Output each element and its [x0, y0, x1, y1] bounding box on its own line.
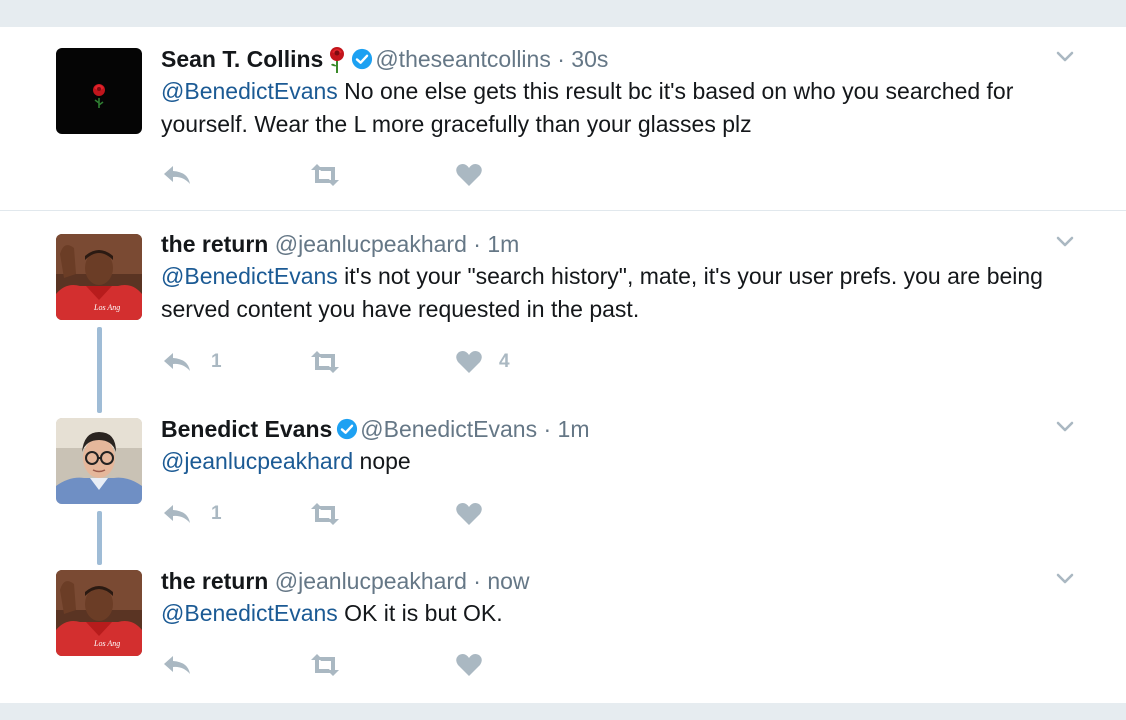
like-button[interactable]: [455, 650, 499, 680]
avatar[interactable]: Los Ang: [56, 234, 142, 320]
reply-count: 1: [211, 351, 222, 372]
handle[interactable]: @theseantcollins: [375, 46, 551, 72]
chevron-down-icon[interactable]: [1056, 236, 1074, 248]
reply-icon: [164, 353, 190, 371]
timestamp[interactable]: 1m: [558, 416, 590, 442]
mention-link[interactable]: @BenedictEvans: [161, 263, 338, 289]
tweet-body: OK it is but OK.: [337, 600, 503, 626]
separator: ·: [473, 231, 481, 257]
retweet-button[interactable]: [307, 160, 359, 190]
tweet-text: @jeanlucpeakhard nope: [161, 445, 1081, 478]
handle[interactable]: @jeanlucpeakhard: [275, 231, 467, 257]
timeline: Sean T. Collins @theseantcollins · 30s @B…: [0, 27, 1126, 703]
chevron-down-icon[interactable]: [1056, 573, 1074, 585]
avatar[interactable]: [56, 418, 142, 504]
handle[interactable]: @BenedictEvans: [360, 416, 537, 442]
separator: ·: [543, 416, 552, 442]
tweet[interactable]: Los Ang the return @jeanlucpeakhard · no…: [0, 549, 1126, 703]
verified-badge-icon: [352, 48, 373, 70]
mention-link[interactable]: @BenedictEvans: [161, 78, 338, 104]
avatar-image: [56, 48, 142, 134]
timestamp[interactable]: 30s: [571, 46, 608, 72]
heart-icon: [456, 164, 482, 186]
like-count: 4: [499, 351, 510, 372]
display-name[interactable]: Sean T. Collins: [161, 46, 323, 72]
avatar[interactable]: Los Ang: [56, 570, 142, 656]
tweet-text: @BenedictEvans No one else gets this res…: [161, 75, 1081, 141]
like-button[interactable]: 4: [455, 347, 510, 377]
tweet[interactable]: Sean T. Collins @theseantcollins · 30s @B…: [0, 27, 1126, 211]
reply-icon: [164, 656, 190, 674]
heart-icon: [456, 654, 482, 676]
display-name[interactable]: the return: [161, 231, 268, 257]
mention-link[interactable]: @BenedictEvans: [161, 600, 338, 626]
svg-text:Los Ang: Los Ang: [93, 303, 120, 312]
heart-icon: [456, 503, 482, 525]
heart-icon: [456, 351, 482, 373]
timestamp[interactable]: now: [487, 568, 529, 594]
tweet-header: Benedict Evans @BenedictEvans · 1m: [161, 414, 589, 444]
timestamp[interactable]: 1m: [487, 231, 519, 257]
reply-count: 1: [211, 503, 222, 524]
like-button[interactable]: [455, 160, 499, 190]
reply-icon: [164, 166, 190, 184]
separator: ·: [473, 568, 481, 594]
avatar-image: Los Ang: [56, 234, 142, 320]
tweet-actions: 1 4: [161, 347, 561, 377]
tweet-header: the return @jeanlucpeakhard · 1m: [161, 229, 519, 259]
rose-emoji-icon: [327, 44, 347, 74]
retweet-icon: [311, 654, 339, 676]
tweet[interactable]: Benedict Evans @BenedictEvans · 1m @jeanl…: [0, 397, 1126, 557]
reply-icon: [164, 505, 190, 523]
mention-link[interactable]: @jeanlucpeakhard: [161, 448, 353, 474]
avatar-image: Los Ang: [56, 570, 142, 656]
reply-button[interactable]: 1: [161, 499, 222, 529]
reply-button[interactable]: 1: [161, 347, 222, 377]
retweet-button[interactable]: [307, 347, 359, 377]
tweet-text: @BenedictEvans OK it is but OK.: [161, 597, 1081, 630]
retweet-icon: [311, 351, 339, 373]
like-button[interactable]: [455, 499, 499, 529]
chevron-down-icon[interactable]: [1056, 421, 1074, 433]
tweet-actions: [161, 650, 561, 680]
tweet-actions: 1: [161, 499, 561, 529]
display-name[interactable]: Benedict Evans: [161, 416, 332, 442]
retweet-button[interactable]: [307, 650, 359, 680]
svg-text:Los Ang: Los Ang: [93, 639, 120, 648]
reply-button[interactable]: [161, 650, 211, 680]
retweet-icon: [311, 164, 339, 186]
tweet-header: the return @jeanlucpeakhard · now: [161, 566, 530, 596]
tweet-body: nope: [353, 448, 411, 474]
tweet[interactable]: Los Ang the return @jeanlucpeakhard · 1m…: [0, 212, 1126, 392]
tweet-text: @BenedictEvans it's not your "search his…: [161, 260, 1081, 326]
reply-button[interactable]: [161, 160, 211, 190]
retweet-button[interactable]: [307, 499, 359, 529]
tweet-actions: [161, 160, 561, 190]
chevron-down-icon[interactable]: [1056, 51, 1074, 63]
retweet-icon: [311, 503, 339, 525]
verified-badge-icon: [337, 418, 358, 440]
avatar[interactable]: [56, 48, 142, 134]
tweet-header: Sean T. Collins @theseantcollins · 30s: [161, 44, 608, 74]
avatar-image: [56, 418, 142, 504]
handle[interactable]: @jeanlucpeakhard: [275, 568, 467, 594]
display-name[interactable]: the return: [161, 568, 268, 594]
separator: ·: [557, 46, 565, 72]
